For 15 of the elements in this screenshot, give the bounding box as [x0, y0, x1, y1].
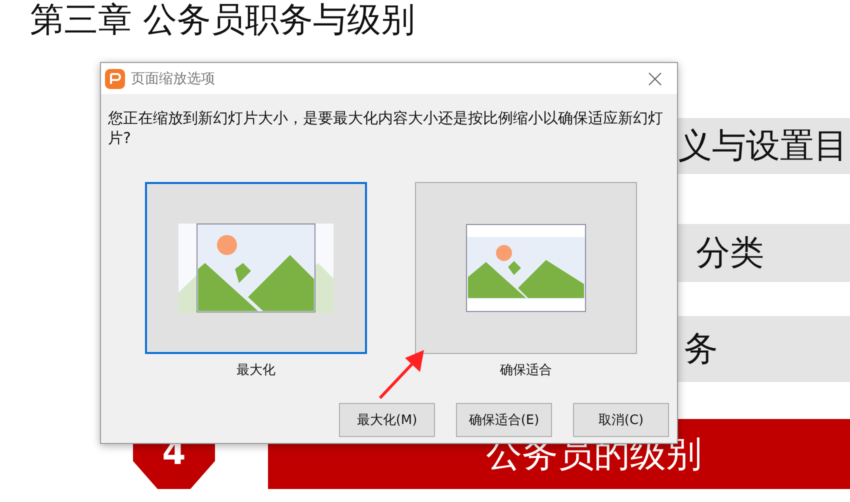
close-icon[interactable]: [648, 72, 662, 86]
dialog-button[interactable]: 确保适合(E): [456, 403, 552, 437]
dialog-title: 页面缩放选项: [131, 70, 216, 88]
option-card[interactable]: [145, 182, 367, 354]
option-label: 最大化: [236, 362, 276, 379]
option-card[interactable]: [415, 182, 637, 354]
dialog-button[interactable]: 取消(C): [573, 403, 669, 437]
slide-row-text: 义与设置目: [678, 125, 848, 168]
slide-row-text: 务: [683, 328, 718, 371]
dialog-message: 您正在缩放到新幻灯片大小，是要最大化内容大小还是按比例缩小以确保适应新幻灯片?: [108, 108, 664, 148]
dialog-button[interactable]: 最大化(M): [339, 403, 435, 437]
option-label: 确保适合: [500, 362, 552, 379]
slide-title: 第三章 公务员职务与级别: [30, 0, 416, 40]
app-logo-icon: [105, 68, 125, 88]
slide-row-text: 分类: [695, 232, 764, 275]
